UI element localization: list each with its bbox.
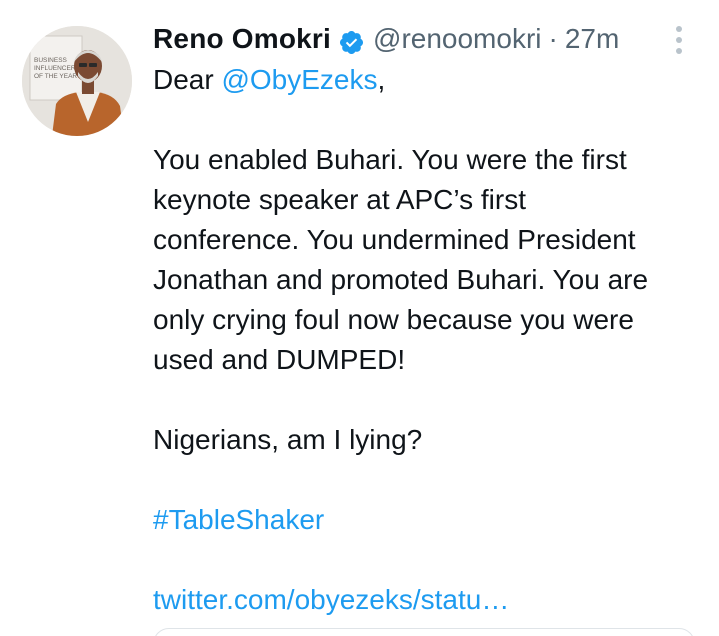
profile-photo-icon: BUSINESS INFLUENCER OF THE YEAR — [22, 26, 132, 136]
author-handle[interactable]: @renoomokri — [373, 18, 541, 60]
tweet-timestamp[interactable]: 27m — [565, 18, 619, 60]
mention-link[interactable]: @ObyEzeks — [221, 64, 377, 95]
tweet: BUSINESS INFLUENCER OF THE YEAR Reno Omo… — [0, 0, 719, 636]
tweet-header: Reno Omokri @renoomokri · 27m — [153, 18, 619, 60]
paragraph-line: used and DUMPED! — [153, 344, 406, 375]
poster-text-1: BUSINESS — [34, 57, 68, 64]
question-line: Nigerians, am I lying? — [153, 424, 423, 455]
paragraph-line: conference. You undermined President — [153, 224, 636, 255]
paragraph-line: keynote speaker at APC’s first — [153, 184, 526, 215]
more-vertical-icon[interactable] — [672, 26, 686, 56]
paragraph-line: only crying foul now because you were — [153, 304, 634, 335]
hashtag-link[interactable]: #TableShaker — [153, 500, 709, 540]
paragraph-line: Jonathan and promoted Buhari. You are — [153, 264, 649, 295]
tweet-text: Dear @ObyEzeks, You enabled Buhari. You … — [153, 60, 709, 620]
greeting-suffix: , — [377, 64, 386, 95]
avatar[interactable]: BUSINESS INFLUENCER OF THE YEAR — [22, 26, 132, 136]
url-link[interactable]: twitter.com/obyezeks/statu… — [153, 580, 709, 620]
header-separator: · — [548, 23, 558, 54]
paragraph-line: You enabled Buhari. You were the first — [153, 144, 627, 175]
link-preview-card[interactable] — [153, 628, 695, 636]
author-name[interactable]: Reno Omokri — [153, 18, 331, 60]
greeting-prefix: Dear — [153, 64, 222, 95]
poster-text-3: OF THE YEAR — [34, 73, 77, 80]
verified-badge-icon — [338, 26, 365, 54]
greeting-line: Dear @ObyEzeks, — [153, 60, 709, 100]
poster-text-2: INFLUENCER — [34, 65, 76, 72]
